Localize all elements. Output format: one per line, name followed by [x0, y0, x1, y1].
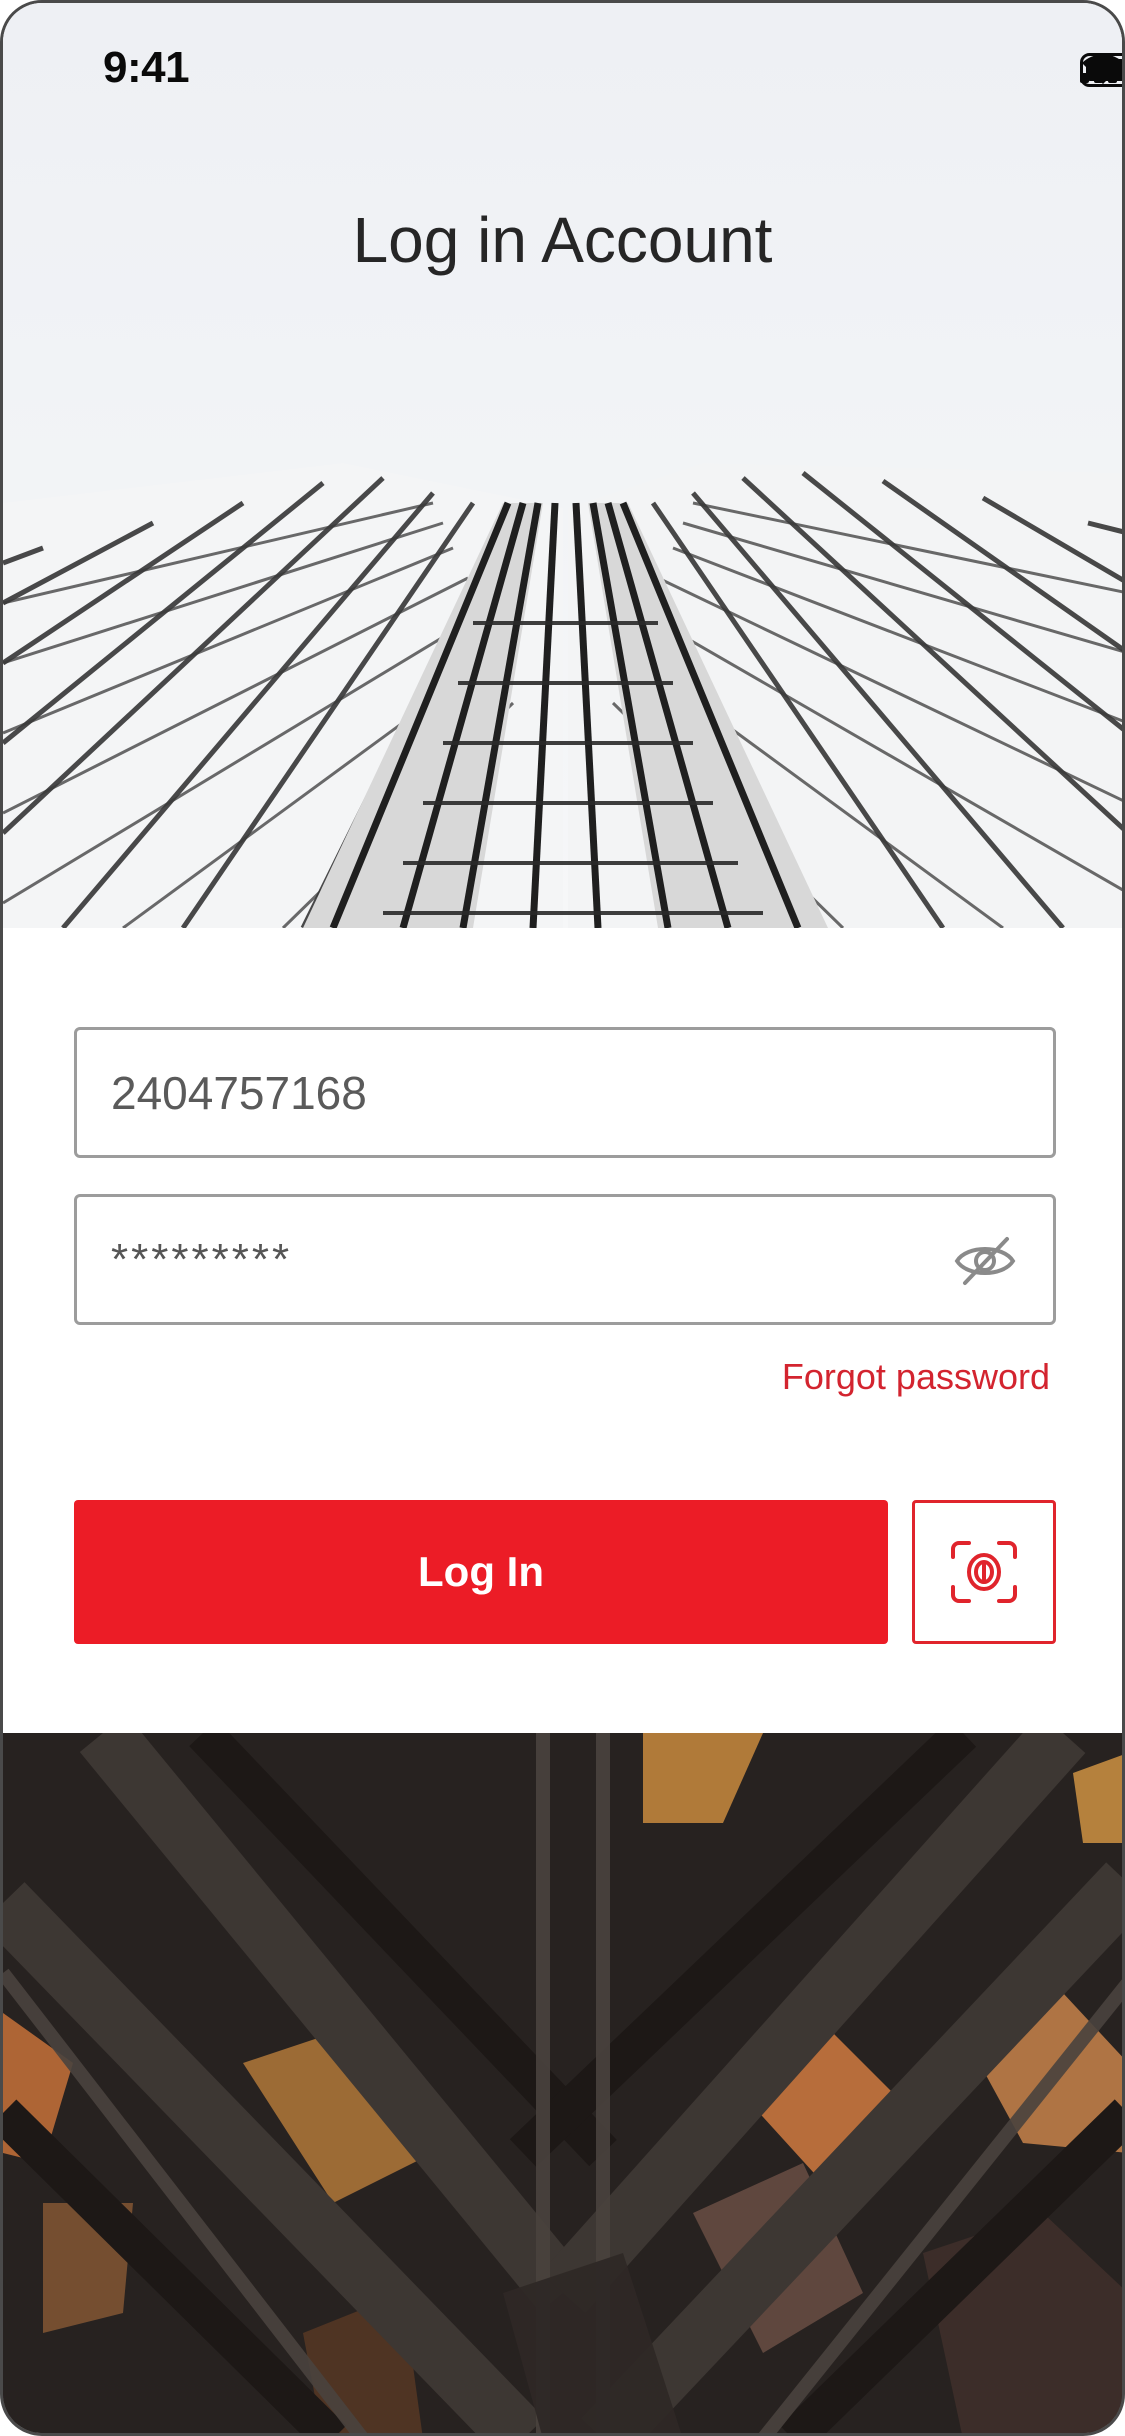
status-bar: 9:41 [3, 3, 1122, 138]
phone-input[interactable] [77, 1030, 1053, 1155]
password-input[interactable]: ********* [111, 1235, 292, 1285]
forgot-password-link[interactable]: Forgot password [782, 1356, 1050, 1398]
skyscraper-photo [3, 463, 1122, 928]
face-id-button[interactable] [912, 1500, 1056, 1644]
status-time: 9:41 [103, 43, 190, 92]
phone-field[interactable] [74, 1027, 1056, 1158]
hero-image: 9:41 Log in Account [3, 3, 1122, 928]
battery-icon [1080, 53, 1122, 87]
login-button[interactable]: Log In [74, 1500, 888, 1644]
page-title: Log in Account [352, 204, 773, 276]
architecture-photo [3, 1733, 1122, 2433]
interior-structure-photo [3, 1733, 1122, 2433]
login-form: ********* Forgot password Log In [3, 928, 1122, 1733]
eye-slash-icon[interactable] [953, 1229, 1017, 1293]
password-field[interactable]: ********* [74, 1194, 1056, 1325]
phone-frame: 9:41 Log in Account 2404757168 *********… [0, 0, 1125, 2436]
face-id-icon [951, 1541, 1017, 1603]
